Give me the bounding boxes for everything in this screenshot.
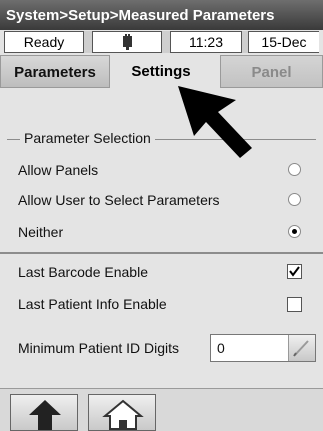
last-patient-info-enable-label: Last Patient Info Enable — [18, 296, 167, 312]
radio-selected-dot — [292, 229, 297, 234]
tab-bar: Parameters Settings Panel — [0, 55, 323, 88]
allow-panels-radio[interactable] — [288, 163, 301, 176]
device-screen: System>Setup>Measured Parameters Ready 1… — [0, 0, 323, 431]
home-icon — [102, 399, 144, 430]
section-divider — [0, 252, 323, 254]
allow-user-select-radio[interactable] — [288, 193, 301, 206]
last-barcode-enable-label: Last Barcode Enable — [18, 264, 148, 280]
allow-user-select-label: Allow User to Select Parameters — [18, 192, 220, 208]
up-arrow-button[interactable] — [10, 394, 78, 431]
min-patient-id-field[interactable]: 0 — [210, 334, 316, 362]
pencil-icon — [293, 340, 309, 357]
tab-panel: Panel — [220, 55, 323, 88]
allow-panels-label: Allow Panels — [18, 162, 99, 178]
neither-label: Neither — [18, 224, 64, 240]
status-text: Ready — [4, 31, 84, 53]
home-button[interactable] — [88, 394, 156, 431]
tab-parameters[interactable]: Parameters — [0, 55, 110, 88]
clock-time: 11:23 — [170, 31, 242, 53]
last-barcode-enable-checkbox[interactable] — [287, 264, 302, 279]
neither-radio[interactable] — [288, 225, 301, 238]
breadcrumb-title-bar: System>Setup>Measured Parameters — [0, 0, 323, 30]
parameter-selection-legend: Parameter Selection — [20, 130, 155, 146]
current-date: 15-Dec — [248, 31, 319, 53]
last-patient-info-enable-checkbox[interactable] — [287, 297, 302, 312]
tab-settings[interactable]: Settings — [110, 55, 212, 88]
edit-pencil-button[interactable] — [288, 335, 315, 361]
status-bar: Ready 11:23 15-Dec — [4, 31, 319, 53]
up-arrow-icon — [29, 400, 61, 430]
breadcrumb-text: System>Setup>Measured Parameters — [6, 7, 275, 24]
checkmark-icon — [289, 266, 300, 277]
battery-plug-icon — [92, 31, 162, 53]
min-patient-id-value: 0 — [217, 340, 225, 356]
min-patient-id-label: Minimum Patient ID Digits — [18, 340, 180, 356]
